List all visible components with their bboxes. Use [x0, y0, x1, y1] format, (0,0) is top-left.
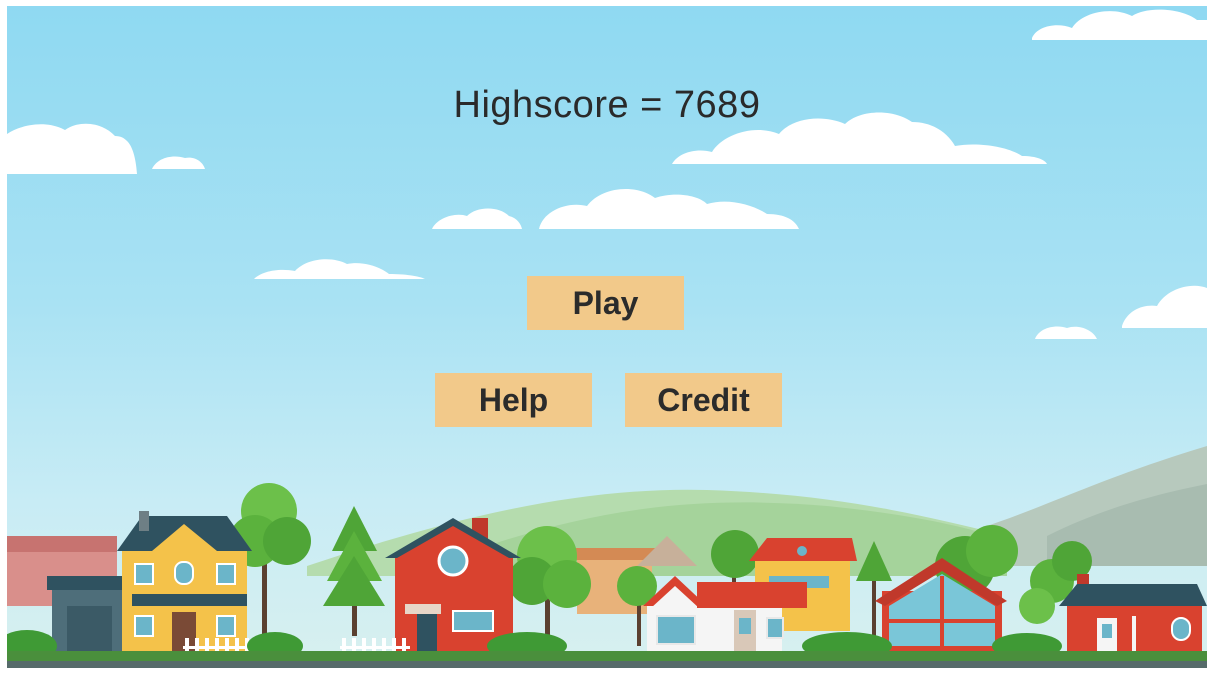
yellow-house [47, 511, 253, 660]
game-screen: Highscore = 7689 Play Help Credit [7, 6, 1207, 668]
road [7, 661, 1207, 668]
credit-button[interactable]: Credit [625, 373, 782, 427]
highscore-label: Highscore = 7689 [453, 84, 761, 126]
right-red-house [1059, 574, 1207, 652]
play-button[interactable]: Play [527, 276, 684, 330]
help-button[interactable]: Help [435, 373, 592, 427]
